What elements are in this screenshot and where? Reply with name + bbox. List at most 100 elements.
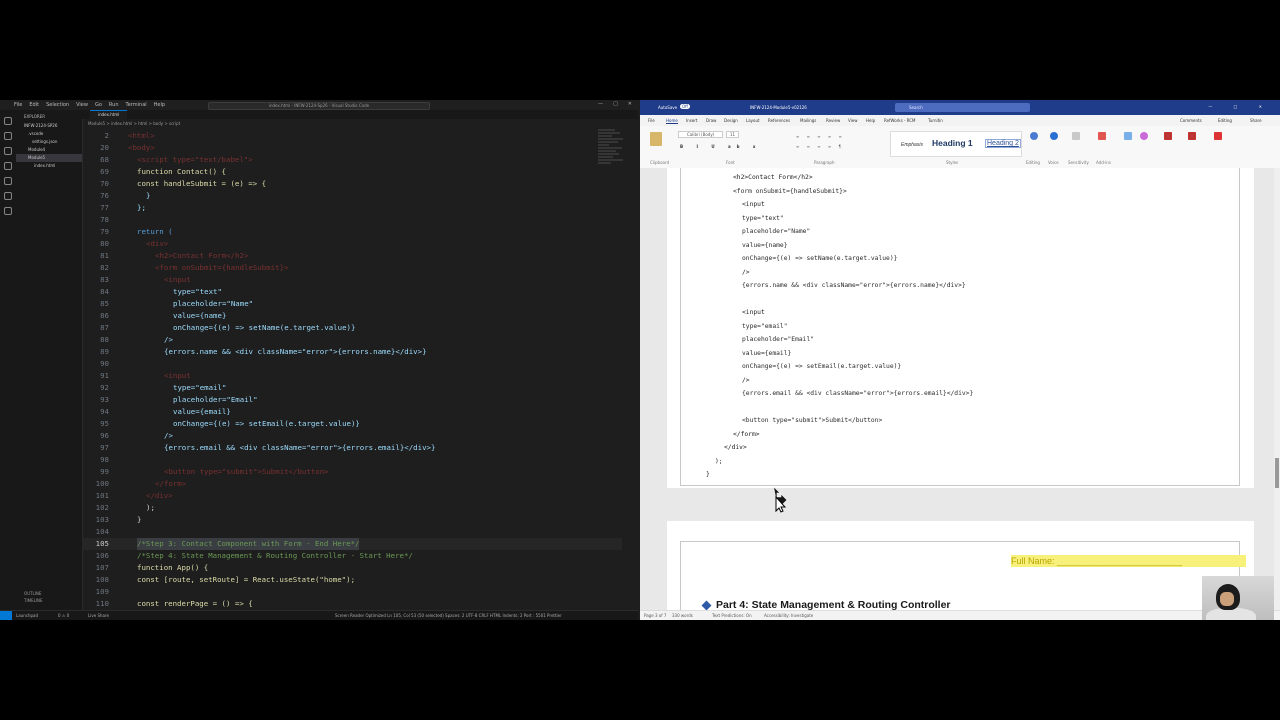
tree-item-module5[interactable]: Module5 — [16, 154, 82, 162]
status-problems[interactable]: 0 ⚠ 0 — [58, 613, 69, 618]
code-line[interactable]: 109 — [82, 586, 622, 598]
word-search-box[interactable]: Search — [895, 103, 1030, 112]
code-line[interactable]: 107 function App() { — [82, 562, 622, 574]
code-line[interactable]: 101 </div> — [82, 490, 622, 502]
code-line[interactable]: 87 onChange={(e) => setName(e.target.valu… — [82, 322, 622, 334]
copilot-icon[interactable] — [1140, 132, 1148, 140]
autosave-toggle[interactable]: Off — [680, 104, 690, 109]
code-line[interactable]: 91 <input — [82, 370, 622, 382]
menu-selection[interactable]: Selection — [46, 102, 69, 108]
jiggler-icon-2[interactable] — [1188, 132, 1196, 140]
document-name[interactable]: INFW-2124-Module5-v02126 — [750, 105, 807, 110]
menu-edit[interactable]: Edit — [29, 102, 39, 108]
tree-item-settings[interactable]: settings.json — [16, 138, 82, 146]
tab-turnitin[interactable]: Turnitin — [928, 118, 943, 123]
paragraph-buttons[interactable]: ≡ ≡ ≡ ≡ ≡ — [796, 134, 845, 139]
code-line[interactable]: 20 <body> — [82, 142, 622, 154]
tab-mailings[interactable]: Mailings — [800, 118, 816, 123]
tab-insert[interactable]: Insert — [686, 118, 697, 123]
status-text-predictions[interactable]: Text Predictions: On — [712, 613, 752, 618]
code-editor[interactable]: 2 <html> 20 <body> 68 <script type="text/babe… — [82, 130, 622, 608]
status-words[interactable]: 330 words — [672, 613, 693, 618]
code-line[interactable]: 2 <html> — [82, 130, 622, 142]
code-line[interactable]: 90 — [82, 358, 622, 370]
code-line[interactable]: 84 type="text" — [82, 286, 622, 298]
font-name-select[interactable]: Calibri (Body) — [678, 131, 724, 138]
word-window-controls[interactable]: — □ ✕ — [1208, 104, 1272, 109]
status-accessibility[interactable]: Accessibility: Investigate — [764, 613, 813, 618]
code-line[interactable]: 110 const renderPage = () => { — [82, 598, 622, 608]
tab-refworks[interactable]: RefWorks - RCM — [884, 118, 916, 123]
alignment-buttons[interactable]: ≡ ≡ ≡ ≡ ¶ — [796, 144, 844, 149]
menu-terminal[interactable]: Terminal — [126, 102, 147, 108]
status-launchpad[interactable]: Launchpad — [16, 613, 38, 618]
code-line[interactable]: 93 placeholder="Email" — [82, 394, 622, 406]
editing-button[interactable]: Editing — [1218, 118, 1232, 123]
code-line[interactable]: 88 /> — [82, 334, 622, 346]
remote-icon[interactable] — [4, 192, 12, 200]
run-debug-icon[interactable] — [4, 162, 12, 170]
menu-help[interactable]: Help — [154, 102, 165, 108]
code-line[interactable]: 92 type="email" — [82, 382, 622, 394]
maximize-icon[interactable]: □ — [613, 101, 618, 107]
code-line[interactable]: 83 <input — [82, 274, 622, 286]
code-line[interactable]: 69 function Contact() { — [82, 166, 622, 178]
menu-view[interactable]: View — [76, 102, 88, 108]
code-line[interactable]: 86 value={name} — [82, 310, 622, 322]
remote-indicator[interactable] — [0, 611, 12, 620]
tab-home[interactable]: Home — [666, 118, 678, 124]
style-heading-2[interactable]: Heading 2 — [985, 139, 1021, 148]
code-line[interactable]: 94 value={email} — [82, 406, 622, 418]
code-line[interactable]: 106 /*Step 4: State Management & Routing … — [82, 550, 622, 562]
breadcrumb[interactable]: Module5 > index.html > html > body > scr… — [88, 121, 180, 126]
explorer-icon[interactable] — [4, 117, 12, 125]
tab-file[interactable]: File — [648, 118, 655, 123]
editor-icon[interactable] — [1124, 132, 1132, 140]
code-line[interactable]: 85 placeholder="Name" — [82, 298, 622, 310]
code-line[interactable]: 82 <form onSubmit={handleSubmit}> — [82, 262, 622, 274]
status-right-items[interactable]: Screen Reader Optimized Ln 105, Col 53 (… — [335, 613, 562, 618]
code-line[interactable]: 96 /> — [82, 430, 622, 442]
code-line[interactable]: 79 return ( — [82, 226, 622, 238]
status-live-share[interactable]: Live Share — [88, 613, 109, 618]
menu-go[interactable]: Go — [95, 102, 102, 108]
source-control-icon[interactable] — [4, 147, 12, 155]
code-line[interactable]: 89 {errors.name && <div className="error"… — [82, 346, 622, 358]
sensitivity-icon[interactable] — [1072, 132, 1080, 140]
style-emphasis[interactable]: Emphasis — [901, 142, 923, 148]
code-line[interactable]: 70 const handleSubmit = (e) => { — [82, 178, 622, 190]
tab-view[interactable]: View — [848, 118, 858, 123]
code-line[interactable]: 98 — [82, 454, 622, 466]
dictate-icon[interactable] — [1050, 132, 1058, 140]
code-line[interactable]: 68 <script type="text/babel"> — [82, 154, 622, 166]
font-size-select[interactable]: 11 — [726, 131, 740, 138]
tab-help[interactable]: Help — [866, 118, 875, 123]
minimap[interactable] — [598, 128, 626, 238]
code-line[interactable]: 80 <div> — [82, 238, 622, 250]
close-icon[interactable]: ✕ — [628, 101, 632, 107]
tab-index-html[interactable]: index.html — [90, 110, 128, 120]
tree-item-index-html[interactable]: index.html — [16, 162, 82, 170]
tab-references[interactable]: References — [768, 118, 790, 123]
scrollbar-thumb[interactable] — [1275, 458, 1279, 488]
tree-item-module4[interactable]: Module4 — [16, 146, 82, 154]
code-line[interactable]: 76} — [82, 190, 622, 202]
code-line[interactable]: 81 <h2>Contact Form</h2> — [82, 250, 622, 262]
code-line[interactable]: 102); — [82, 502, 622, 514]
code-line[interactable]: 108 const [route, setRoute] = React.useSt… — [82, 574, 622, 586]
code-line[interactable]: 97 {errors.email && <div className="error… — [82, 442, 622, 454]
menu-file[interactable]: File — [14, 102, 22, 108]
document-canvas[interactable]: <h2>Contact Form</h2> <form onSubmit={han… — [640, 168, 1280, 620]
share-button[interactable]: Share — [1250, 118, 1262, 123]
code-line[interactable]: 78 — [82, 214, 622, 226]
command-center[interactable]: index.html - INFW-2124-Sp26 - Visual Stu… — [208, 102, 430, 110]
adobe-sign-icon[interactable] — [1214, 132, 1222, 140]
search-icon[interactable] — [4, 132, 12, 140]
tab-layout[interactable]: Layout — [746, 118, 760, 123]
document-scrollbar[interactable] — [1274, 168, 1280, 610]
jiggler-icon[interactable] — [1164, 132, 1172, 140]
full-name-field[interactable]: Full Name: _________________________ — [1011, 555, 1246, 567]
code-line[interactable]: 99 <button type="submit">Submit</button> — [82, 466, 622, 478]
style-heading-1[interactable]: Heading 1 — [932, 138, 973, 148]
code-line[interactable]: 95 onChange={(e) => setEmail(e.target.val… — [82, 418, 622, 430]
